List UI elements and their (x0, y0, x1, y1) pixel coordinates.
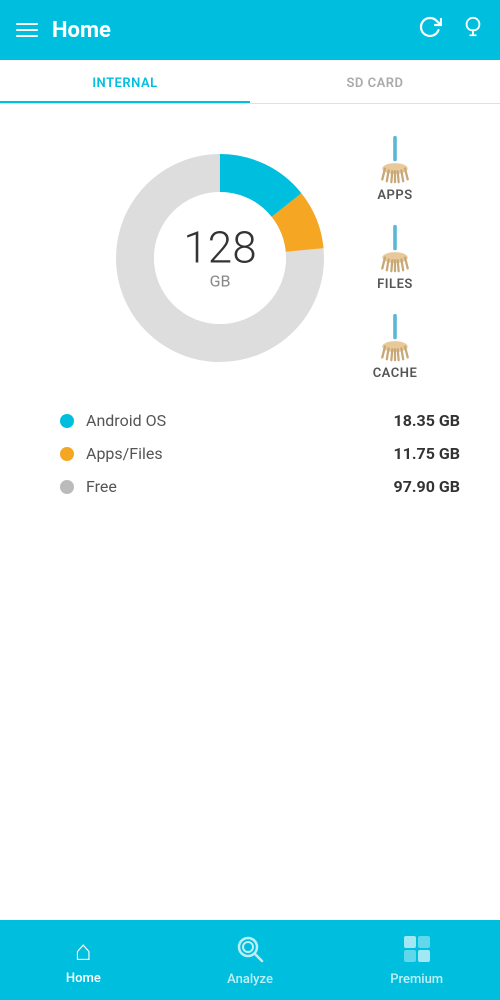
bottom-nav-premium[interactable]: Premium (333, 934, 500, 987)
android-os-value: 18.35 GB (394, 411, 460, 430)
free-value: 97.90 GB (394, 477, 460, 496)
files-button[interactable]: FILES (370, 223, 420, 292)
premium-icon (402, 934, 432, 968)
legend-row-free: Free 97.90 GB (60, 477, 460, 496)
bottom-nav-home[interactable]: ⌂ Home (0, 934, 167, 986)
analyze-icon (235, 934, 265, 968)
donut-chart: 128 GB (100, 138, 340, 378)
cache-button[interactable]: CACHE (370, 312, 420, 381)
nav-left: Home (16, 18, 111, 43)
bottom-nav-analyze[interactable]: Analyze (167, 934, 334, 987)
donut-center: 128 GB (183, 225, 256, 290)
home-label: Home (66, 971, 101, 986)
main-content: 128 GB (0, 104, 500, 924)
storage-total: 128 (183, 225, 256, 269)
legend: Android OS 18.35 GB Apps/Files 11.75 GB … (0, 391, 500, 506)
nav-right (418, 15, 484, 45)
chart-area: 128 GB (0, 124, 500, 391)
bottom-navigation: ⌂ Home Analyze Premium (0, 920, 500, 1000)
broom-cache-icon (370, 312, 420, 362)
broom-files-icon (370, 223, 420, 273)
legend-row-apps: Apps/Files 11.75 GB (60, 444, 460, 463)
menu-icon[interactable] (16, 23, 38, 37)
legend-row-android: Android OS 18.35 GB (60, 411, 460, 430)
home-icon: ⌂ (75, 934, 92, 967)
apps-files-value: 11.75 GB (394, 444, 460, 463)
android-os-dot (60, 414, 74, 428)
apps-button[interactable]: APPS (370, 134, 420, 203)
apps-label: APPS (377, 188, 412, 203)
storage-unit: GB (183, 271, 256, 290)
free-dot (60, 480, 74, 494)
apps-files-dot (60, 447, 74, 461)
tab-internal[interactable]: INTERNAL (0, 60, 250, 103)
app-title: Home (52, 18, 111, 43)
top-navigation: Home (0, 0, 500, 60)
premium-label: Premium (390, 972, 443, 987)
android-os-label: Android OS (86, 411, 382, 430)
analyze-label: Analyze (227, 972, 273, 987)
right-icons: APPS FILES (370, 134, 420, 381)
broom-apps-icon (370, 134, 420, 184)
apps-files-label: Apps/Files (86, 444, 382, 463)
bulb-icon[interactable] (462, 16, 484, 44)
cache-label: CACHE (373, 366, 418, 381)
tab-bar: INTERNAL SD CARD (0, 60, 500, 104)
refresh-icon[interactable] (418, 15, 442, 45)
files-label: FILES (377, 277, 413, 292)
tab-sdcard[interactable]: SD CARD (250, 60, 500, 103)
free-label: Free (86, 477, 382, 496)
